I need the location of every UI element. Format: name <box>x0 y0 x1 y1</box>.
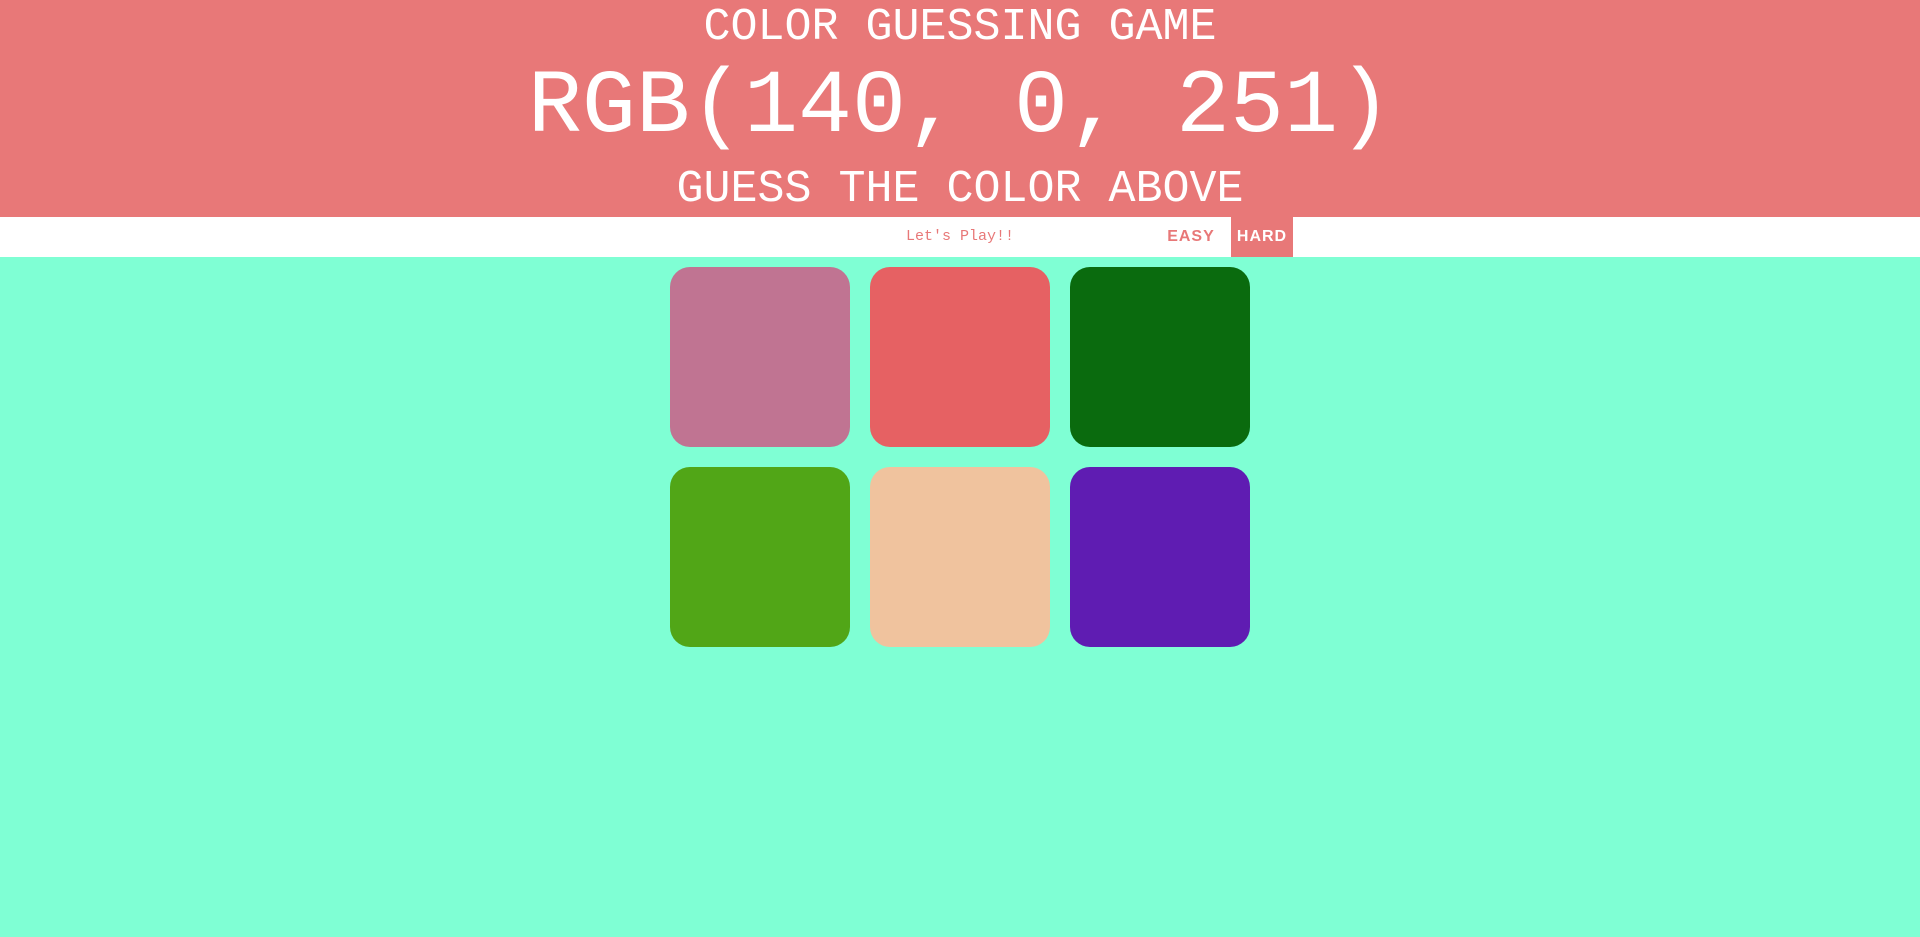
easy-mode-button[interactable]: EASY <box>1160 217 1222 257</box>
color-square[interactable] <box>670 267 850 447</box>
hard-mode-button[interactable]: HARD <box>1231 217 1293 257</box>
color-square[interactable] <box>870 267 1050 447</box>
game-header: COLOR GUESSING GAME RGB(140, 0, 251) GUE… <box>0 0 1920 217</box>
game-title: COLOR GUESSING GAME <box>703 2 1217 53</box>
color-square[interactable] <box>1070 467 1250 647</box>
controls-bar: Let's Play!! EASY HARD <box>0 217 1920 257</box>
game-subtitle: GUESS THE COLOR ABOVE <box>676 164 1244 215</box>
color-squares-grid <box>670 267 1250 647</box>
target-rgb-display: RGB(140, 0, 251) <box>527 57 1393 159</box>
status-message: Let's Play!! <box>905 228 1015 245</box>
color-square[interactable] <box>670 467 850 647</box>
color-square[interactable] <box>870 467 1050 647</box>
color-square[interactable] <box>1070 267 1250 447</box>
